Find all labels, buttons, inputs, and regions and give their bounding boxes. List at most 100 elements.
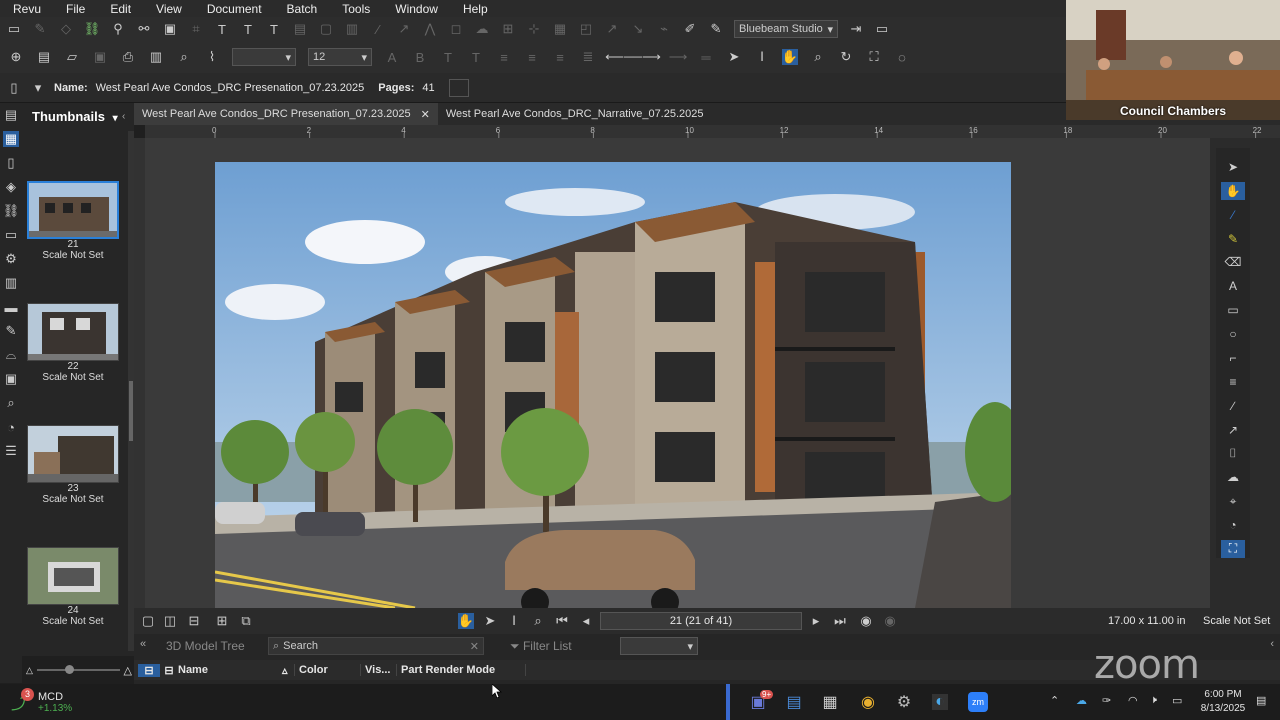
camera-tool-icon[interactable]: ⌷: [1221, 445, 1245, 463]
properties-icon[interactable]: ⚙: [3, 251, 19, 267]
thumbnail-item[interactable]: 24 Scale Not Set: [27, 547, 119, 627]
sketch-tools-icon[interactable]: ⌓: [3, 347, 19, 363]
thumbnail-item[interactable]: 21 Scale Not Set: [27, 181, 119, 261]
menu-help[interactable]: Help: [450, 2, 500, 16]
expand-icon[interactable]: ⊟: [160, 664, 178, 677]
select-mode-icon[interactable]: ➤: [482, 613, 498, 629]
polyline-tool-icon[interactable]: ⌐: [1221, 349, 1245, 367]
onedrive-icon[interactable]: ☁: [1076, 694, 1087, 707]
pan-mode-icon[interactable]: ✋: [458, 613, 474, 629]
page-navigation-field[interactable]: 21 (21 of 41): [600, 612, 802, 630]
add-icon[interactable]: ⊕: [8, 49, 24, 65]
menu-batch[interactable]: Batch: [274, 2, 330, 16]
stamp-icon[interactable]: ⚲: [110, 21, 126, 37]
slider-thumb[interactable]: [64, 665, 74, 674]
tree-view-icon[interactable]: ⊟: [138, 663, 160, 677]
clear-icon[interactable]: ✕: [470, 640, 479, 653]
page-label-box[interactable]: [448, 78, 469, 97]
studio-panel-icon[interactable]: ◔: [3, 419, 19, 435]
measurements-icon[interactable]: ▬: [3, 299, 19, 315]
sketch-icon[interactable]: ↗: [604, 21, 620, 37]
attach-icon[interactable]: ⚯: [136, 21, 152, 37]
links-icon[interactable]: ⛓: [3, 203, 20, 219]
scrollbar-thumb[interactable]: [129, 381, 133, 441]
text-select-mode-icon[interactable]: Ⅰ: [506, 613, 522, 629]
text-icon[interactable]: T: [214, 21, 230, 37]
line-style-icon[interactable]: ⟵──⟶: [605, 49, 661, 65]
document-icon[interactable]: ▯: [6, 80, 22, 96]
last-page-icon[interactable]: ⏭: [832, 613, 848, 629]
pen-tool-icon[interactable]: ⁄: [1221, 206, 1245, 224]
pen-icon[interactable]: ⌁: [656, 21, 672, 37]
line-weight-icon[interactable]: ═: [698, 49, 714, 65]
chevron-up-icon[interactable]: ⌃: [1050, 694, 1059, 707]
align-center-icon[interactable]: ≡: [524, 49, 540, 65]
prev-page-icon[interactable]: ◂: [578, 613, 594, 629]
snapshot-icon[interactable]: ⛶: [866, 49, 882, 65]
search-panel-icon[interactable]: ⌕: [3, 395, 19, 411]
scale-status[interactable]: Scale Not Set: [1203, 615, 1270, 627]
area-icon[interactable]: ▦: [552, 21, 568, 37]
strikethrough-icon[interactable]: T: [468, 49, 484, 65]
font-family-dropdown[interactable]: ▾: [232, 48, 296, 66]
stock-widget[interactable]: ⤴ 3 MCD +1.13%: [8, 688, 108, 716]
sync-icon[interactable]: ⊞: [214, 613, 230, 629]
filter-list-label[interactable]: ⏷ Filter List: [510, 639, 572, 654]
spaces-icon[interactable]: ◰: [578, 21, 594, 37]
line-tool-icon[interactable]: ∕: [1221, 397, 1245, 415]
first-page-icon[interactable]: ⏮: [554, 613, 570, 629]
text-box-tool-icon[interactable]: A: [1221, 277, 1245, 295]
note-icon[interactable]: ▢: [318, 21, 334, 37]
split-vertical-icon[interactable]: ◫: [162, 613, 178, 629]
markups-icon[interactable]: ✎: [3, 323, 19, 339]
signatures-icon[interactable]: ▥: [3, 275, 19, 291]
thumbnail-item[interactable]: 23 Scale Not Set: [27, 425, 119, 505]
menu-edit[interactable]: Edit: [97, 2, 143, 16]
save-icon[interactable]: ▣: [92, 49, 108, 65]
collapse-left-icon[interactable]: «: [140, 638, 146, 650]
split-horizontal-icon[interactable]: ⊟: [186, 613, 202, 629]
select-tool-icon[interactable]: ➤: [1221, 158, 1245, 176]
format-icon[interactable]: ⌇: [204, 49, 220, 65]
shape-icon[interactable]: ◻: [448, 21, 464, 37]
wifi-icon[interactable]: ◠: [1128, 694, 1138, 707]
zoom-mode-icon[interactable]: ⌕: [530, 613, 546, 629]
battery-icon[interactable]: ▭: [1172, 694, 1182, 707]
select-text-icon[interactable]: Ⅰ: [754, 49, 770, 65]
align-right-icon[interactable]: ≡: [552, 49, 568, 65]
menu-document[interactable]: Document: [194, 2, 274, 16]
draw-icon[interactable]: ↘: [630, 21, 646, 37]
next-page-icon[interactable]: ▸: [808, 613, 824, 629]
highlighter-tool-icon[interactable]: ✎: [1221, 230, 1245, 248]
volume-muted-icon[interactable]: 🕨: [1150, 694, 1157, 707]
outlook-icon[interactable]: ▤: [786, 694, 802, 711]
eraser-tool-icon[interactable]: ⌫: [1221, 254, 1245, 272]
compare-icon[interactable]: ⧉: [238, 613, 254, 629]
settings-icon[interactable]: ⚙: [896, 694, 912, 711]
collapse-right-icon[interactable]: ‹: [1270, 638, 1274, 650]
menu-tools[interactable]: Tools: [329, 2, 382, 16]
link-icon[interactable]: ⛓: [84, 21, 101, 37]
callout-tool-icon[interactable]: ▭: [1221, 301, 1245, 319]
notifications-icon[interactable]: ▤: [1256, 694, 1266, 707]
hatch-tool-icon[interactable]: ≡: [1221, 373, 1245, 391]
previous-view-icon[interactable]: ◉: [858, 613, 874, 629]
collapse-panel-icon[interactable]: ‹: [122, 111, 125, 122]
pen-input-icon[interactable]: ✑: [1102, 694, 1111, 707]
column-part-render-mode[interactable]: Part Render Mode: [396, 664, 526, 676]
crop-icon[interactable]: ⌗: [188, 21, 204, 37]
clock[interactable]: 6:00 PM 8/13/2025: [1196, 688, 1250, 716]
cloud-tool-icon[interactable]: ☁: [1221, 468, 1245, 486]
page-icon[interactable]: ▤: [36, 49, 52, 65]
measure-tool-icon[interactable]: ⌖: [1221, 492, 1245, 510]
bookmarks-icon[interactable]: ▯: [3, 155, 19, 171]
new-document-icon[interactable]: ▭: [6, 21, 22, 37]
chrome-icon[interactable]: ◉: [860, 694, 876, 711]
chevron-down-icon[interactable]: ▾: [30, 80, 46, 96]
select-icon[interactable]: ➤: [726, 49, 742, 65]
studio-session-icon[interactable]: ⇥: [848, 21, 864, 37]
file-access-icon[interactable]: ▭: [3, 227, 19, 243]
typewriter-icon[interactable]: T: [266, 21, 282, 37]
rotate-icon[interactable]: ↻: [838, 49, 854, 65]
model-tree-title[interactable]: 3D Model Tree: [166, 639, 245, 653]
